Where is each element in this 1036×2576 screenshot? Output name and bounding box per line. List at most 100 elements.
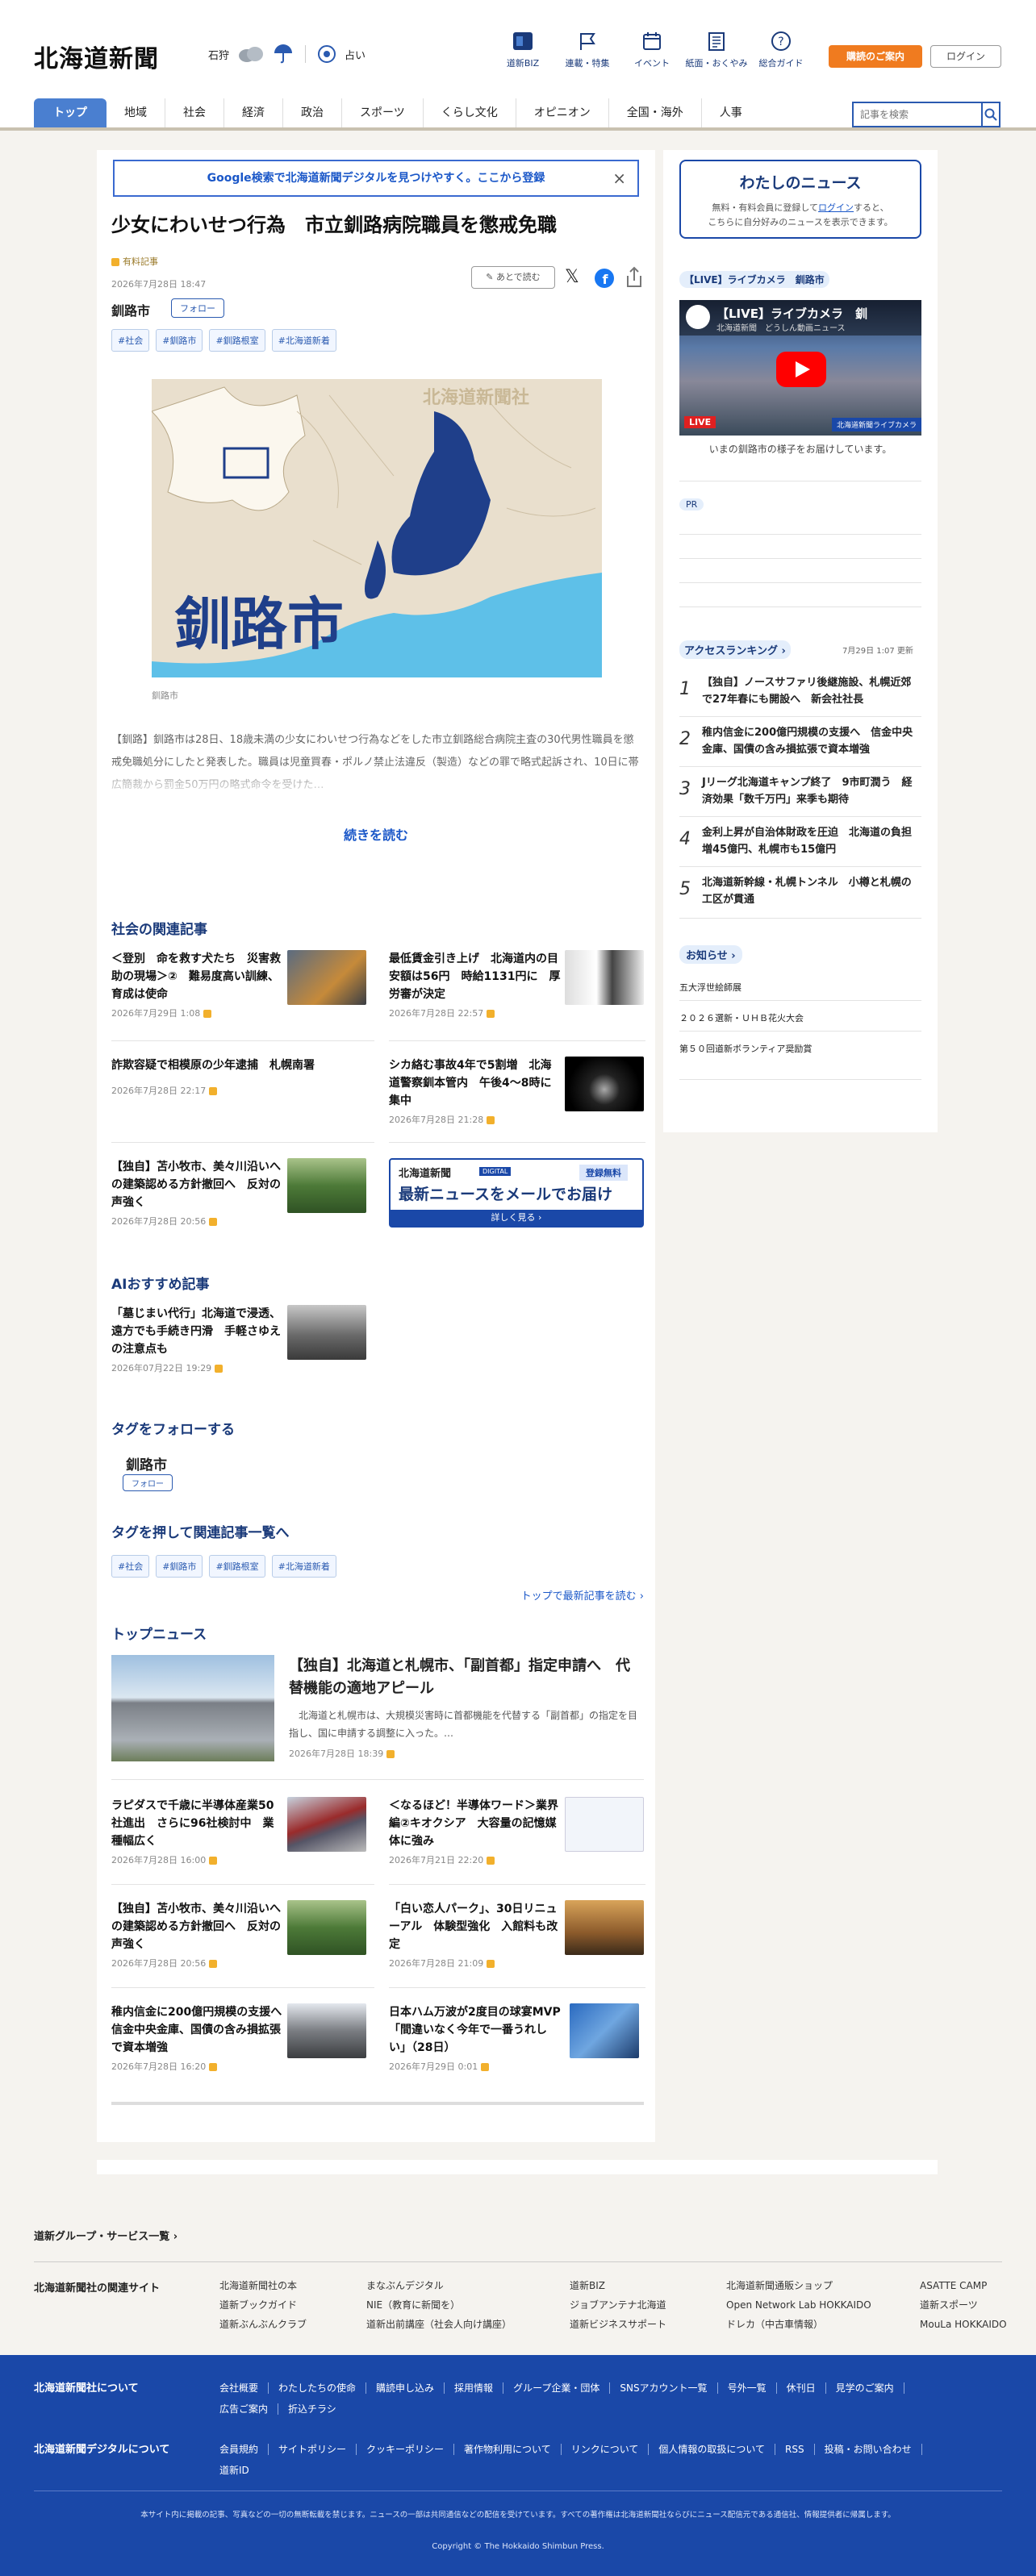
top-news-article[interactable]: 【独自】苫小牧市、美々川沿いへの建築認める方針撤回へ 反対の声強く 2026年7… — [111, 1900, 284, 1970]
footer-link[interactable]: グループ企業・団体 — [503, 2382, 611, 2394]
footer-link[interactable]: ASATTE CAMP — [920, 2276, 1007, 2295]
tag-link[interactable]: #北海道新着 — [271, 329, 336, 352]
weather-widget[interactable]: 石狩 占い — [208, 44, 366, 65]
facebook-icon[interactable]: f — [594, 268, 615, 289]
footer-link[interactable]: わたしたちの使命 — [269, 2382, 367, 2394]
tag-link[interactable]: #釧路根室 — [209, 1555, 265, 1578]
footer-link[interactable]: 道新BIZ — [570, 2276, 666, 2295]
notice-link[interactable]: 第５０回道新ボランティア奨励賞 — [679, 1042, 812, 1055]
footer-link[interactable]: 北海道新聞社の本 — [219, 2276, 307, 2295]
footer-link[interactable]: 道新ぶんぶんクラブ — [219, 2315, 307, 2334]
ranking-heading[interactable]: アクセスランキング › — [679, 640, 791, 659]
nav-tab-society[interactable]: 社会 — [165, 98, 224, 127]
top-news-article[interactable]: 日本ハム万波が2度目の球宴MVP 「間違いなく今年で一番うれしい」（28日） 2… — [389, 2003, 572, 2073]
lead-article-title[interactable]: 【独自】北海道と札幌市、「副首都」指定申請へ 代替機能の適地アピール — [289, 1655, 644, 1700]
article-link[interactable]: ＜なるほど！半導体ワード＞業界編②キオクシア 大容量の記憶媒体に強み — [389, 1797, 562, 1850]
article-thumbnail[interactable] — [287, 1305, 366, 1360]
nav-tab-world[interactable]: 全国・海外 — [609, 98, 702, 127]
footer-link[interactable]: 著作物利用について — [454, 2444, 562, 2455]
article-link[interactable]: 【独自】苫小牧市、美々川沿いへの建築認める方針撤回へ 反対の声強く — [111, 1158, 284, 1211]
footer-link[interactable]: 道新出前講座（社会人向け講座） — [366, 2315, 512, 2334]
play-icon[interactable] — [776, 352, 826, 387]
tag-link[interactable]: #釧路市 — [156, 1555, 203, 1578]
search-button[interactable] — [981, 103, 999, 126]
article-link[interactable]: 【独自】苫小牧市、美々川沿いへの建築認める方針撤回へ 反対の声強く — [111, 1900, 284, 1953]
tag-link[interactable]: #釧路根室 — [209, 329, 265, 352]
article-link[interactable]: シカ絡む事故4年で5割増 北海道警察釧本管内 午後4〜8時に集中 — [389, 1057, 562, 1110]
nav-tab-opinion[interactable]: オピニオン — [516, 98, 609, 127]
footer-link[interactable]: クッキーポリシー — [357, 2444, 455, 2455]
footer-link[interactable]: 広告ご案内 — [210, 2403, 279, 2415]
lead-article-image[interactable] — [111, 1655, 274, 1761]
footer-link[interactable]: RSS — [775, 2444, 815, 2455]
notice-heading[interactable]: お知らせ › — [679, 945, 742, 964]
follow-tag-area[interactable]: 釧路市 — [126, 1453, 167, 1473]
footer-link[interactable]: SNSアカウント一覧 — [610, 2382, 718, 2394]
footer-link[interactable]: サイトポリシー — [269, 2444, 357, 2455]
article-link[interactable]: ラピダスで千歳に半導体産業50社進出 さらに96社検討中 業種幅広く — [111, 1797, 284, 1850]
footer-link[interactable]: NIE（教育に新聞を） — [366, 2295, 512, 2315]
live-camera-label[interactable]: 【LIVE】ライブカメラ 釧路市 — [679, 271, 829, 288]
subscribe-button[interactable]: 購読のご案内 — [829, 45, 922, 68]
live-video-player[interactable]: 【LIVE】ライブカメラ 釧 北海道新聞 どうしん動画ニュース LIVE 北海道… — [679, 300, 921, 436]
nav-tab-culture[interactable]: くらし文化 — [424, 98, 516, 127]
x-share-icon[interactable]: 𝕏 — [565, 267, 579, 287]
footer-link[interactable]: 会社概要 — [210, 2382, 269, 2394]
latest-news-link[interactable]: トップで最新記事を読む › — [521, 1587, 644, 1603]
ranking-title[interactable]: 北海道新幹線・札幌トンネル 小樽と札幌の工区が貫通 — [702, 874, 921, 908]
tag-link[interactable]: #社会 — [111, 1555, 150, 1578]
footer-link[interactable]: 道新ビジネスサポート — [570, 2315, 666, 2334]
article-thumbnail[interactable] — [287, 1900, 366, 1955]
mail-newsletter-ad[interactable]: 北海道新聞 DIGITAL 登録無料 最新ニュースをメールでお届け 詳しく見る … — [389, 1158, 644, 1228]
footer-link[interactable]: 見学のご案内 — [825, 2382, 904, 2394]
footer-link[interactable]: 北海道新聞通販ショップ — [726, 2276, 871, 2295]
ranking-item[interactable]: 3 Jリーグ北海道キャンプ終了 9市町潤う 経済効果「数千万円」来季も期待 — [679, 774, 921, 808]
google-register-banner[interactable]: Google検索で北海道新聞デジタルを見つけやすく。ここから登録 × — [113, 160, 639, 197]
related-article[interactable]: 【独自】苫小牧市、美々川沿いへの建築認める方針撤回へ 反対の声強く 2026年7… — [111, 1158, 284, 1228]
group-services-link[interactable]: 道新グループ・サービス一覧 › — [34, 2228, 178, 2243]
footer-link[interactable]: 投稿・お問い合わせ — [814, 2444, 922, 2455]
ranking-title[interactable]: 金利上昇が自治体財政を圧迫 北海道の負担増45億円、札幌市も15億円 — [702, 824, 921, 858]
header-nav-paper[interactable]: 紙面・おくやみ — [684, 31, 749, 69]
notice-link[interactable]: 五大浮世絵師展 — [679, 981, 741, 994]
top-news-article[interactable]: ラピダスで千歳に半導体産業50社進出 さらに96社検討中 業種幅広く 2026年… — [111, 1797, 284, 1866]
footer-link[interactable]: MouLa HOKKAIDO — [920, 2315, 1007, 2334]
footer-link[interactable]: 個人情報の取扱について — [649, 2444, 776, 2455]
lead-article[interactable]: 【独自】北海道と札幌市、「副首都」指定申請へ 代替機能の適地アピール 北海道と札… — [289, 1655, 644, 1760]
header-nav-report[interactable]: 連載・特集 — [555, 31, 620, 69]
top-news-article[interactable]: 稚内信金に200億円規模の支援へ 信金中央金庫、国債の含み損拡張で資本増強 20… — [111, 2003, 293, 2073]
follow-button[interactable]: フォロー — [171, 298, 224, 318]
tag-link[interactable]: #釧路市 — [156, 329, 203, 352]
header-nav-biz[interactable]: 道新BIZ — [491, 31, 555, 69]
footer-link[interactable]: Open Network Lab HOKKAIDO — [726, 2295, 871, 2315]
ranking-item[interactable]: 4 金利上昇が自治体財政を圧迫 北海道の負担増45億円、札幌市も15億円 — [679, 824, 921, 858]
share-icon[interactable] — [625, 266, 644, 289]
top-news-article[interactable]: ＜なるほど！半導体ワード＞業界編②キオクシア 大容量の記憶媒体に強み 2026年… — [389, 1797, 562, 1866]
nav-tab-politics[interactable]: 政治 — [283, 98, 342, 127]
nav-tab-economy[interactable]: 経済 — [224, 98, 283, 127]
article-link[interactable]: 「白い恋人パーク」、30日リニューアル 体験型強化 入館料も改定 — [389, 1900, 562, 1953]
ranking-title[interactable]: 稚内信金に200億円規模の支援へ 信金中央金庫、国債の含み損拡張で資本増強 — [702, 724, 921, 758]
footer-link[interactable]: 休刊日 — [776, 2382, 826, 2394]
read-later-button[interactable]: ✎ あとで読む — [471, 266, 555, 289]
footer-link[interactable]: 道新スポーツ — [920, 2295, 1007, 2315]
top-news-article[interactable]: 「白い恋人パーク」、30日リニューアル 体験型強化 入館料も改定 2026年7月… — [389, 1900, 562, 1970]
continue-reading-link[interactable]: 続きを読む — [97, 824, 655, 844]
follow-button[interactable]: フォロー — [123, 1474, 173, 1491]
site-logo[interactable]: 北海道新聞 — [34, 39, 159, 74]
article-thumbnail[interactable] — [570, 2003, 639, 2058]
article-link[interactable]: 「墓じまい代行」北海道で浸透、遠方でも手続き円滑 手軽さゆえの注意点も — [111, 1305, 284, 1358]
article-thumbnail[interactable] — [287, 2003, 366, 2058]
nav-tab-region[interactable]: 地域 — [107, 98, 165, 127]
nav-tab-top[interactable]: トップ — [34, 98, 107, 127]
article-thumbnail[interactable] — [565, 1057, 644, 1111]
article-thumbnail[interactable] — [565, 1900, 644, 1955]
article-thumbnail[interactable] — [287, 950, 366, 1005]
ranking-item[interactable]: 2 稚内信金に200億円規模の支援へ 信金中央金庫、国債の含み損拡張で資本増強 — [679, 724, 921, 758]
article-link[interactable]: ＜登別 命を救す犬たち 災害救助の現場＞② 難易度高い訓練、育成は使命 — [111, 950, 284, 1003]
footer-link[interactable]: 道新ID — [210, 2465, 259, 2476]
related-article[interactable]: ＜登別 命を救す犬たち 災害救助の現場＞② 難易度高い訓練、育成は使命 2026… — [111, 950, 284, 1019]
tag-link[interactable]: #社会 — [111, 329, 150, 352]
ranking-title[interactable]: 【独自】ノースサファリ後継施設、札幌近郊で27年春にも開設へ 新会社社長 — [702, 674, 921, 708]
area-label[interactable]: 釧路市 — [111, 300, 150, 319]
